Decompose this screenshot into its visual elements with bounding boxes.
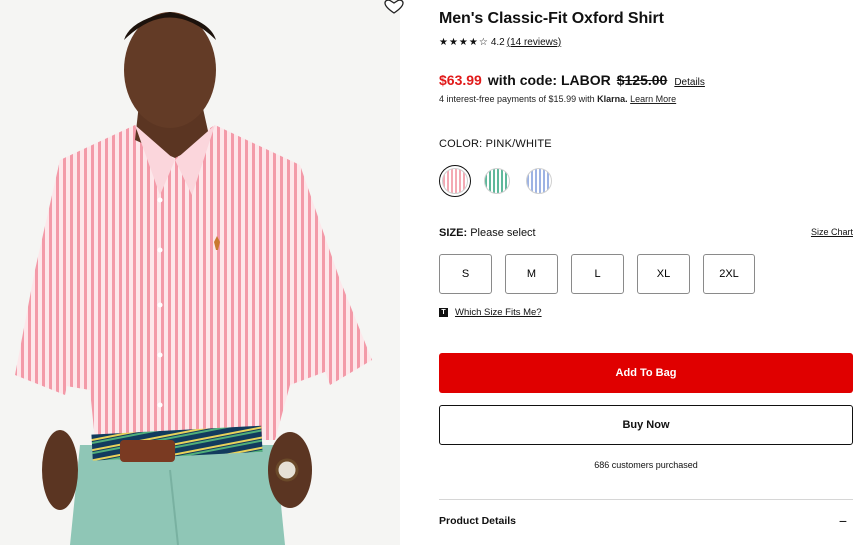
klarna-installments: 4 interest-free payments of $15.99 with … (439, 94, 676, 104)
blue-stripe-icon (526, 168, 552, 194)
price-row: $63.99 with code: LABOR $125.00 Details (439, 72, 705, 88)
klarna-logo: Klarna. (597, 94, 628, 104)
size-prompt: Please select (470, 227, 536, 239)
product-title: Men's Classic-Fit Oxford Shirt (439, 10, 664, 27)
size-button-l[interactable]: L (571, 254, 624, 294)
collapse-icon[interactable]: − (839, 513, 847, 529)
size-fit-helper: T Which Size Fits Me? (439, 307, 542, 318)
promo-code-text: with code: LABOR (487, 72, 611, 88)
divider (439, 499, 853, 500)
pink-stripe-icon (442, 168, 468, 194)
color-swatches (439, 165, 565, 197)
rating-value: 4.2 (490, 37, 505, 48)
add-to-bag-button[interactable]: Add To Bag (439, 353, 853, 393)
customers-purchased-text: 686 customers purchased (594, 460, 698, 470)
size-header: SIZE: Please select Size Chart (439, 227, 853, 239)
original-price: $125.00 (616, 72, 668, 88)
product-image (0, 0, 400, 545)
size-label: SIZE: (439, 227, 468, 239)
klarna-text: 4 interest-free payments of $15.99 with (439, 94, 595, 104)
size-options: S M L XL 2XL (439, 254, 768, 294)
product-details-accordion[interactable]: Product Details − (439, 513, 853, 529)
fit-predictor-icon: T (439, 308, 448, 317)
size-button-m[interactable]: M (505, 254, 558, 294)
size-button-2xl[interactable]: 2XL (703, 254, 755, 294)
klarna-learn-more-link[interactable]: Learn More (630, 94, 676, 104)
swatch-blue-white[interactable] (523, 165, 555, 197)
star-rating-icon: ★★★★☆ (439, 37, 489, 48)
rating-summary: ★★★★☆ 4.2 (14 reviews) (439, 37, 561, 48)
size-button-xl[interactable]: XL (637, 254, 690, 294)
reviews-link[interactable]: (14 reviews) (507, 37, 561, 48)
swatch-green-white[interactable] (481, 165, 513, 197)
product-details-label: Product Details (439, 515, 517, 527)
size-chart-link[interactable]: Size Chart (811, 227, 853, 237)
price-details-link[interactable]: Details (674, 77, 705, 88)
sale-price: $63.99 (439, 72, 482, 88)
green-stripe-icon (484, 168, 510, 194)
size-button-s[interactable]: S (439, 254, 492, 294)
color-label: COLOR: PINK/WHITE (439, 138, 552, 150)
buy-now-button[interactable]: Buy Now (439, 405, 853, 445)
heart-icon[interactable] (382, 0, 406, 16)
product-info-panel: Men's Classic-Fit Oxford Shirt ★★★★☆ 4.2… (439, 0, 853, 545)
swatch-pink-white[interactable] (439, 165, 471, 197)
which-size-fits-link[interactable]: Which Size Fits Me? (455, 307, 542, 318)
